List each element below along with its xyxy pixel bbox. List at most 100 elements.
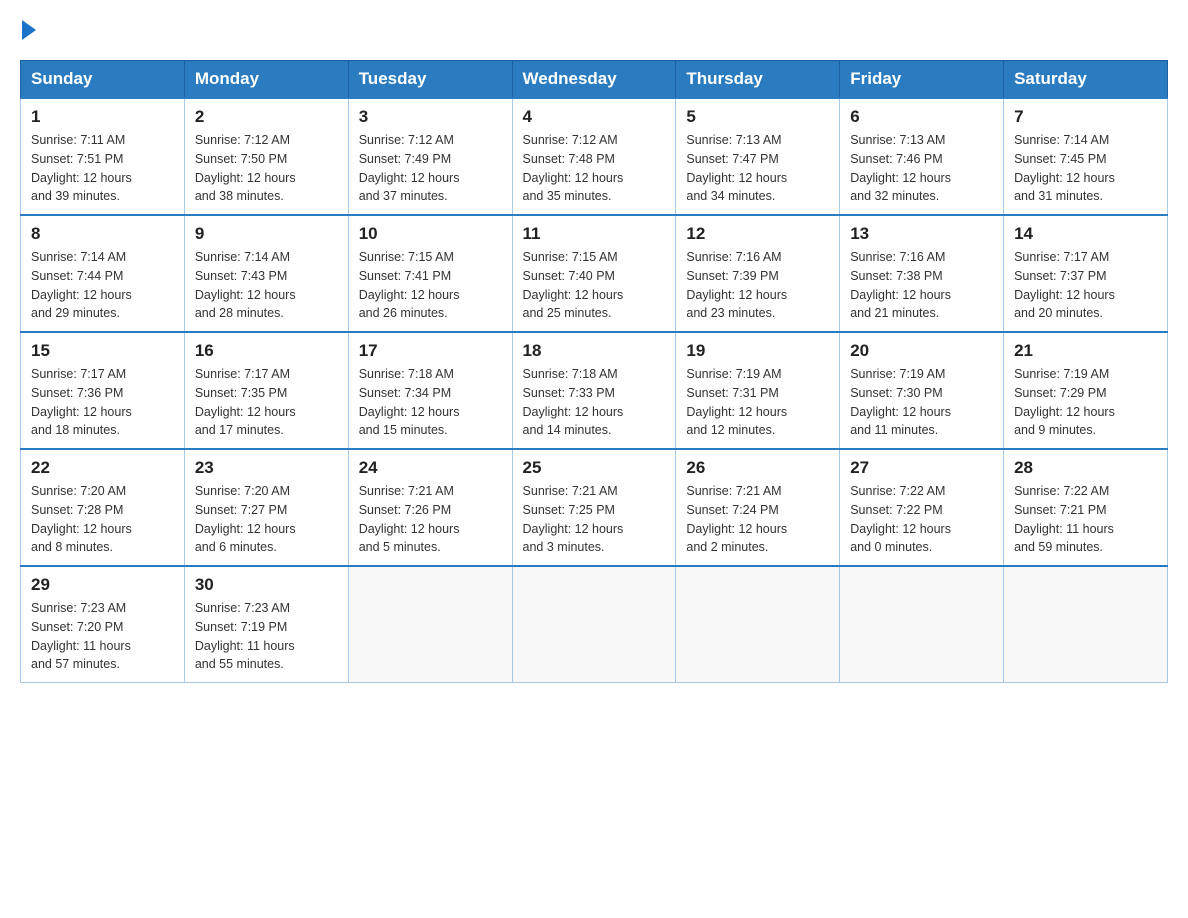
day-number: 23 — [195, 458, 338, 478]
day-info: Sunrise: 7:22 AMSunset: 7:21 PMDaylight:… — [1014, 482, 1157, 557]
day-info: Sunrise: 7:17 AMSunset: 7:37 PMDaylight:… — [1014, 248, 1157, 323]
calendar-cell: 24Sunrise: 7:21 AMSunset: 7:26 PMDayligh… — [348, 449, 512, 566]
day-info: Sunrise: 7:23 AMSunset: 7:19 PMDaylight:… — [195, 599, 338, 674]
day-number: 8 — [31, 224, 174, 244]
calendar-cell — [1004, 566, 1168, 683]
calendar-table: SundayMondayTuesdayWednesdayThursdayFrid… — [20, 60, 1168, 683]
day-info: Sunrise: 7:21 AMSunset: 7:24 PMDaylight:… — [686, 482, 829, 557]
day-info: Sunrise: 7:11 AMSunset: 7:51 PMDaylight:… — [31, 131, 174, 206]
calendar-cell: 2 Sunrise: 7:12 AMSunset: 7:50 PMDaylight… — [184, 98, 348, 215]
day-number: 27 — [850, 458, 993, 478]
day-info: Sunrise: 7:20 AMSunset: 7:28 PMDaylight:… — [31, 482, 174, 557]
calendar-week-row: 1 Sunrise: 7:11 AMSunset: 7:51 PMDaylight… — [21, 98, 1168, 215]
day-info: Sunrise: 7:23 AMSunset: 7:20 PMDaylight:… — [31, 599, 174, 674]
calendar-cell: 7 Sunrise: 7:14 AMSunset: 7:45 PMDaylight… — [1004, 98, 1168, 215]
column-header-saturday: Saturday — [1004, 61, 1168, 99]
calendar-cell — [348, 566, 512, 683]
calendar-cell: 1 Sunrise: 7:11 AMSunset: 7:51 PMDaylight… — [21, 98, 185, 215]
calendar-cell: 3 Sunrise: 7:12 AMSunset: 7:49 PMDaylight… — [348, 98, 512, 215]
day-number: 26 — [686, 458, 829, 478]
day-info: Sunrise: 7:12 AMSunset: 7:50 PMDaylight:… — [195, 131, 338, 206]
day-info: Sunrise: 7:13 AMSunset: 7:47 PMDaylight:… — [686, 131, 829, 206]
day-number: 20 — [850, 341, 993, 361]
calendar-cell: 14 Sunrise: 7:17 AMSunset: 7:37 PMDayligh… — [1004, 215, 1168, 332]
day-number: 9 — [195, 224, 338, 244]
calendar-cell: 11 Sunrise: 7:15 AMSunset: 7:40 PMDayligh… — [512, 215, 676, 332]
calendar-week-row: 8 Sunrise: 7:14 AMSunset: 7:44 PMDaylight… — [21, 215, 1168, 332]
day-info: Sunrise: 7:19 AMSunset: 7:30 PMDaylight:… — [850, 365, 993, 440]
day-info: Sunrise: 7:18 AMSunset: 7:34 PMDaylight:… — [359, 365, 502, 440]
logo — [20, 20, 36, 50]
day-number: 17 — [359, 341, 502, 361]
day-number: 2 — [195, 107, 338, 127]
calendar-week-row: 22 Sunrise: 7:20 AMSunset: 7:28 PMDayligh… — [21, 449, 1168, 566]
calendar-cell: 17 Sunrise: 7:18 AMSunset: 7:34 PMDayligh… — [348, 332, 512, 449]
day-number: 6 — [850, 107, 993, 127]
calendar-week-row: 15 Sunrise: 7:17 AMSunset: 7:36 PMDayligh… — [21, 332, 1168, 449]
calendar-cell: 6 Sunrise: 7:13 AMSunset: 7:46 PMDaylight… — [840, 98, 1004, 215]
column-header-monday: Monday — [184, 61, 348, 99]
day-number: 4 — [523, 107, 666, 127]
calendar-cell: 16Sunrise: 7:17 AMSunset: 7:35 PMDayligh… — [184, 332, 348, 449]
day-number: 15 — [31, 341, 174, 361]
day-number: 19 — [686, 341, 829, 361]
calendar-cell: 15 Sunrise: 7:17 AMSunset: 7:36 PMDayligh… — [21, 332, 185, 449]
day-number: 12 — [686, 224, 829, 244]
day-info: Sunrise: 7:16 AMSunset: 7:39 PMDaylight:… — [686, 248, 829, 323]
day-info: Sunrise: 7:14 AMSunset: 7:43 PMDaylight:… — [195, 248, 338, 323]
day-number: 7 — [1014, 107, 1157, 127]
day-info: Sunrise: 7:15 AMSunset: 7:40 PMDaylight:… — [523, 248, 666, 323]
calendar-cell — [512, 566, 676, 683]
calendar-cell: 9 Sunrise: 7:14 AMSunset: 7:43 PMDaylight… — [184, 215, 348, 332]
calendar-cell: 21 Sunrise: 7:19 AMSunset: 7:29 PMDayligh… — [1004, 332, 1168, 449]
day-number: 5 — [686, 107, 829, 127]
day-number: 13 — [850, 224, 993, 244]
calendar-cell: 26 Sunrise: 7:21 AMSunset: 7:24 PMDayligh… — [676, 449, 840, 566]
day-number: 14 — [1014, 224, 1157, 244]
day-number: 16 — [195, 341, 338, 361]
day-info: Sunrise: 7:12 AMSunset: 7:49 PMDaylight:… — [359, 131, 502, 206]
day-info: Sunrise: 7:13 AMSunset: 7:46 PMDaylight:… — [850, 131, 993, 206]
day-number: 3 — [359, 107, 502, 127]
day-number: 30 — [195, 575, 338, 595]
calendar-cell: 25Sunrise: 7:21 AMSunset: 7:25 PMDayligh… — [512, 449, 676, 566]
calendar-cell: 30 Sunrise: 7:23 AMSunset: 7:19 PMDayligh… — [184, 566, 348, 683]
day-number: 21 — [1014, 341, 1157, 361]
day-number: 25 — [523, 458, 666, 478]
calendar-cell: 13Sunrise: 7:16 AMSunset: 7:38 PMDayligh… — [840, 215, 1004, 332]
calendar-week-row: 29 Sunrise: 7:23 AMSunset: 7:20 PMDayligh… — [21, 566, 1168, 683]
day-number: 24 — [359, 458, 502, 478]
calendar-cell: 29 Sunrise: 7:23 AMSunset: 7:20 PMDayligh… — [21, 566, 185, 683]
day-info: Sunrise: 7:15 AMSunset: 7:41 PMDaylight:… — [359, 248, 502, 323]
calendar-cell: 4Sunrise: 7:12 AMSunset: 7:48 PMDaylight… — [512, 98, 676, 215]
day-number: 28 — [1014, 458, 1157, 478]
day-info: Sunrise: 7:18 AMSunset: 7:33 PMDaylight:… — [523, 365, 666, 440]
day-number: 18 — [523, 341, 666, 361]
calendar-cell: 27 Sunrise: 7:22 AMSunset: 7:22 PMDayligh… — [840, 449, 1004, 566]
column-header-friday: Friday — [840, 61, 1004, 99]
logo-arrow-icon — [22, 20, 36, 40]
calendar-cell: 22 Sunrise: 7:20 AMSunset: 7:28 PMDayligh… — [21, 449, 185, 566]
day-number: 22 — [31, 458, 174, 478]
day-info: Sunrise: 7:14 AMSunset: 7:45 PMDaylight:… — [1014, 131, 1157, 206]
day-info: Sunrise: 7:17 AMSunset: 7:36 PMDaylight:… — [31, 365, 174, 440]
day-info: Sunrise: 7:22 AMSunset: 7:22 PMDaylight:… — [850, 482, 993, 557]
column-header-tuesday: Tuesday — [348, 61, 512, 99]
calendar-cell: 19 Sunrise: 7:19 AMSunset: 7:31 PMDayligh… — [676, 332, 840, 449]
page-header — [20, 20, 1168, 50]
calendar-cell: 28 Sunrise: 7:22 AMSunset: 7:21 PMDayligh… — [1004, 449, 1168, 566]
calendar-cell: 23 Sunrise: 7:20 AMSunset: 7:27 PMDayligh… — [184, 449, 348, 566]
calendar-cell: 12 Sunrise: 7:16 AMSunset: 7:39 PMDayligh… — [676, 215, 840, 332]
day-number: 1 — [31, 107, 174, 127]
day-number: 29 — [31, 575, 174, 595]
calendar-cell: 5 Sunrise: 7:13 AMSunset: 7:47 PMDaylight… — [676, 98, 840, 215]
calendar-cell: 10Sunrise: 7:15 AMSunset: 7:41 PMDayligh… — [348, 215, 512, 332]
day-info: Sunrise: 7:19 AMSunset: 7:31 PMDaylight:… — [686, 365, 829, 440]
column-header-sunday: Sunday — [21, 61, 185, 99]
day-info: Sunrise: 7:20 AMSunset: 7:27 PMDaylight:… — [195, 482, 338, 557]
calendar-cell: 18 Sunrise: 7:18 AMSunset: 7:33 PMDayligh… — [512, 332, 676, 449]
day-number: 11 — [523, 224, 666, 244]
column-header-wednesday: Wednesday — [512, 61, 676, 99]
day-info: Sunrise: 7:14 AMSunset: 7:44 PMDaylight:… — [31, 248, 174, 323]
day-info: Sunrise: 7:19 AMSunset: 7:29 PMDaylight:… — [1014, 365, 1157, 440]
